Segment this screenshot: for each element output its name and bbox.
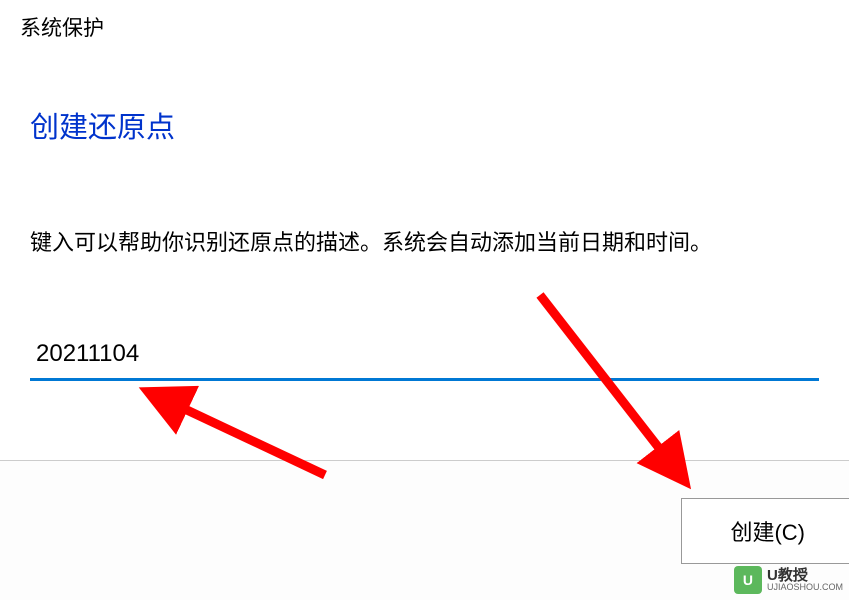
dialog-content: 创建还原点 键入可以帮助你识别还原点的描述。系统会自动添加当前日期和时间。: [0, 54, 849, 381]
button-area: 创建(C): [0, 460, 849, 600]
system-protection-dialog: 系统保护 创建还原点 键入可以帮助你识别还原点的描述。系统会自动添加当前日期和时…: [0, 0, 849, 600]
create-button[interactable]: 创建(C): [681, 498, 849, 564]
watermark: U U教授 UJIAOSHOU.COM: [734, 566, 843, 594]
create-restore-point-heading: 创建还原点: [30, 104, 819, 146]
watermark-main-text: U教授: [767, 568, 843, 583]
watermark-text: U教授 UJIAOSHOU.COM: [767, 568, 843, 592]
watermark-sub-text: UJIAOSHOU.COM: [767, 583, 843, 592]
dialog-title: 系统保护: [0, 0, 849, 54]
restore-point-name-input[interactable]: [30, 329, 819, 381]
watermark-logo-icon: U: [734, 566, 762, 594]
input-wrapper: [30, 329, 819, 381]
restore-point-description: 键入可以帮助你识别还原点的描述。系统会自动添加当前日期和时间。: [30, 226, 819, 259]
